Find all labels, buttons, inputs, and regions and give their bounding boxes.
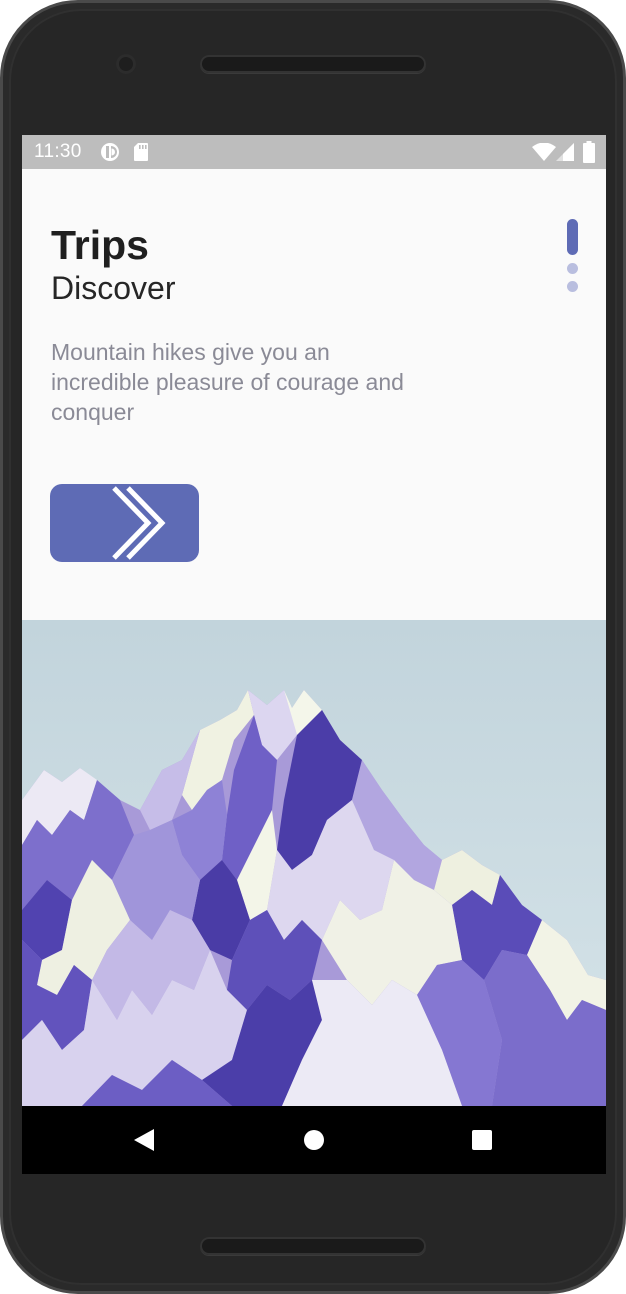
wifi-icon [532, 143, 556, 161]
status-bar: 11:30 [22, 135, 606, 169]
page-indicator [566, 219, 580, 299]
mountain-illustration [22, 620, 606, 1106]
back-icon[interactable] [129, 1125, 159, 1155]
page-indicator-dot-active[interactable] [567, 219, 578, 255]
home-icon[interactable] [299, 1125, 329, 1155]
description-text: Mountain hikes give you an incredible pl… [51, 339, 404, 425]
page-subtitle: Discover [51, 270, 176, 306]
recents-icon[interactable] [467, 1125, 497, 1155]
next-button[interactable] [50, 484, 199, 562]
data-saver-icon [101, 143, 119, 161]
page-indicator-dot[interactable] [567, 263, 578, 274]
phone-device-frame: 11:30 Trips Discover Mountain hikes give… [0, 0, 626, 1294]
front-camera [116, 54, 136, 74]
system-navigation-bar [22, 1106, 606, 1174]
battery-icon [583, 141, 595, 163]
page-title: Trips [51, 222, 149, 268]
signal-icon [556, 143, 574, 161]
sd-card-icon [134, 143, 148, 161]
bottom-speaker-grille [200, 1237, 426, 1255]
double-chevron-right-icon [112, 486, 166, 560]
status-time: 11:30 [34, 141, 82, 162]
top-speaker-grille [200, 55, 426, 73]
app-screen: 11:30 Trips Discover Mountain hikes give… [22, 135, 606, 1174]
page-indicator-dot[interactable] [567, 281, 578, 292]
